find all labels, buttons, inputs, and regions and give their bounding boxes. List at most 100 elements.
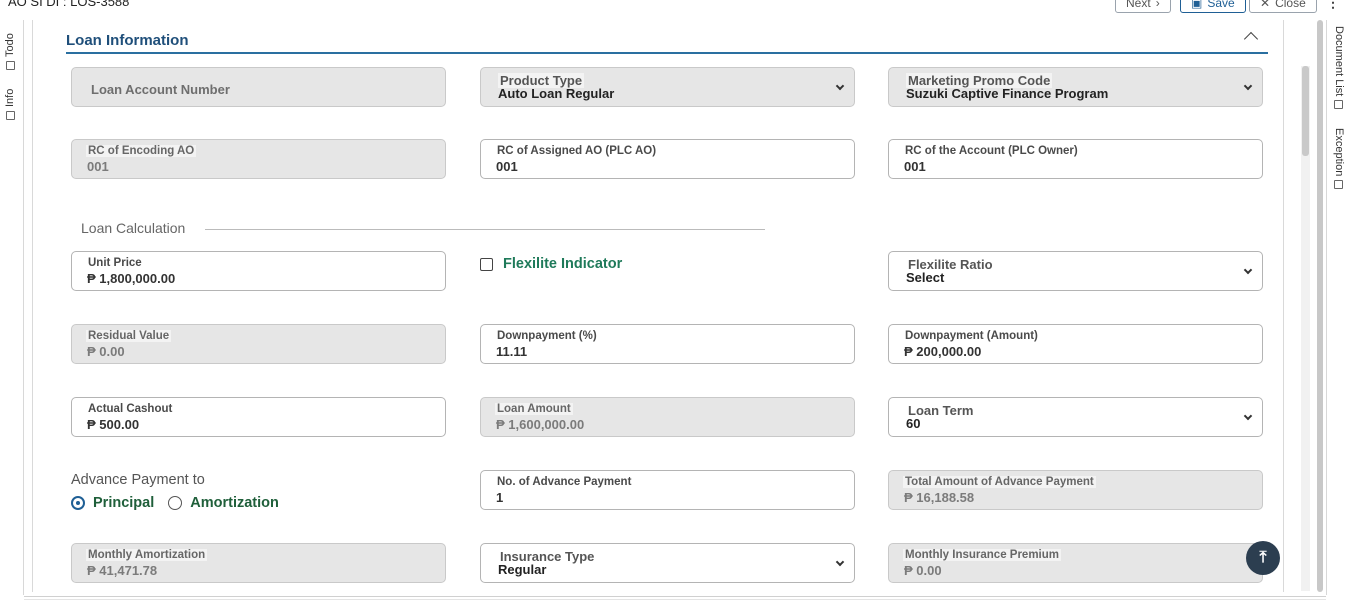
exception-icon (1334, 180, 1344, 190)
divider (205, 229, 765, 230)
marketing-promo-code-select[interactable]: Marketing Promo Code Suzuki Captive Fina… (888, 67, 1263, 107)
total-advance-payment-label: Total Amount of Advance Payment (903, 476, 1096, 488)
tab-exception[interactable]: Exception (1333, 128, 1345, 190)
no-advance-payment-label: No. of Advance Payment (495, 476, 634, 488)
product-type-value: Auto Loan Regular (498, 86, 615, 101)
todo-label: Todo (4, 33, 16, 57)
downpayment-percent-value: 11.11 (496, 344, 528, 359)
outer-scrollbar[interactable] (1317, 20, 1323, 592)
downpayment-amount-field[interactable]: Downpayment (Amount) ₱ 200,000.00 (888, 324, 1263, 364)
save-button[interactable]: ▣ Save (1180, 0, 1246, 13)
monthly-amortization-label: Monthly Amortization (86, 549, 208, 561)
more-options-icon[interactable]: ⋮ (1326, 0, 1340, 11)
loan-amount-label: Loan Amount (495, 403, 573, 415)
chevron-right-icon: › (1155, 0, 1160, 10)
arrow-up-icon: ⤒ (1259, 549, 1267, 566)
residual-value-value: ₱ 0.00 (87, 344, 125, 359)
rc-assigned-ao-label: RC of Assigned AO (PLC AO) (495, 145, 659, 157)
rc-assigned-ao-value: 001 (496, 159, 518, 174)
downpayment-amount-label: Downpayment (Amount) (903, 330, 1040, 342)
scrollbar-thumb[interactable] (1302, 66, 1309, 156)
tab-info[interactable]: Info (4, 89, 16, 120)
next-button[interactable]: Next › (1115, 0, 1171, 13)
save-label: Save (1207, 0, 1235, 10)
app-title: AO SI DI : LOS-3588 (8, 0, 130, 9)
residual-value-field: Residual Value ₱ 0.00 (71, 324, 446, 364)
insurance-type-value: Regular (498, 562, 547, 577)
scroll-to-top-button[interactable]: ⤒ (1246, 541, 1280, 575)
downpayment-percent-label: Downpayment (%) (495, 330, 599, 342)
monthly-insurance-premium-value: ₱ 0.00 (904, 563, 942, 578)
info-icon (5, 111, 15, 120)
chevron-up-icon[interactable] (1243, 31, 1259, 47)
chevron-down-icon (1243, 265, 1253, 275)
rc-account-field[interactable]: RC of the Account (PLC Owner) 001 (888, 139, 1263, 179)
total-advance-payment-value: ₱ 16,188.58 (904, 490, 975, 505)
radio-principal-label[interactable]: Principal (93, 495, 154, 511)
unit-price-label: Unit Price (86, 257, 144, 269)
chevron-down-icon (835, 81, 845, 91)
document-list-label: Document List (1333, 26, 1345, 97)
save-icon: ▣ (1191, 0, 1203, 10)
section-title: Loan Information (66, 32, 189, 49)
rc-account-label: RC of the Account (PLC Owner) (903, 145, 1080, 157)
checkbox-icon[interactable] (480, 257, 493, 271)
no-advance-payment-field[interactable]: No. of Advance Payment 1 (480, 470, 855, 510)
actual-cashout-label: Actual Cashout (86, 403, 175, 415)
exception-label: Exception (1333, 128, 1345, 177)
flexilite-ratio-select[interactable]: Flexilite Ratio Select (888, 251, 1263, 291)
radio-amortization[interactable] (168, 496, 183, 510)
advance-payment-radio-group: Principal Amortization (71, 495, 285, 511)
actual-cashout-field[interactable]: Actual Cashout ₱ 500.00 (71, 397, 446, 437)
info-label: Info (4, 88, 16, 107)
top-bar: AO SI DI : LOS-3588 Next › ▣ Save ✕ Clos… (0, 0, 1350, 20)
residual-value-label: Residual Value (86, 330, 172, 342)
total-advance-payment-field: Total Amount of Advance Payment ₱ 16,188… (888, 470, 1263, 510)
flexilite-indicator-checkbox[interactable]: Flexilite Indicator (480, 256, 622, 272)
tab-document-list[interactable]: Document List (1333, 26, 1345, 110)
monthly-amortization-field: Monthly Amortization ₱ 41,471.78 (71, 543, 446, 583)
chevron-down-icon (835, 557, 845, 567)
loan-amount-field: Loan Amount ₱ 1,600,000.00 (480, 397, 855, 437)
loan-calculation-heading: Loan Calculation (81, 220, 186, 236)
downpayment-amount-value: ₱ 200,000.00 (904, 344, 982, 359)
loan-account-number-placeholder: Loan Account Number (91, 82, 230, 97)
loan-term-value: 60 (906, 416, 921, 431)
divider (24, 596, 1326, 597)
chevron-down-icon (1243, 411, 1253, 421)
section-header[interactable]: Loan Information (66, 30, 1268, 54)
product-type-select[interactable]: Product Type Auto Loan Regular (480, 67, 855, 107)
actual-cashout-value: ₱ 500.00 (87, 417, 140, 432)
close-button[interactable]: ✕ Close (1249, 0, 1317, 13)
unit-price-value: ₱ 1,800,000.00 (87, 271, 176, 286)
radio-principal[interactable] (71, 496, 85, 510)
no-advance-payment-value: 1 (496, 490, 504, 505)
tab-todo[interactable]: Todo (4, 33, 16, 70)
insurance-type-select[interactable]: Insurance Type Regular (480, 543, 855, 583)
close-icon: ✕ (1260, 0, 1271, 10)
close-label: Close (1275, 0, 1306, 10)
next-label: Next (1126, 0, 1151, 10)
rc-assigned-ao-field[interactable]: RC of Assigned AO (PLC AO) 001 (480, 139, 855, 179)
right-rail: Document List Exception (1326, 20, 1350, 595)
rc-account-value: 001 (904, 159, 926, 174)
flexilite-indicator-label: Flexilite Indicator (503, 256, 623, 272)
downpayment-percent-field[interactable]: Downpayment (%) 11.11 (480, 324, 855, 364)
chevron-down-icon (1243, 81, 1253, 91)
advance-payment-label: Advance Payment to (71, 472, 205, 488)
loan-term-select[interactable]: Loan Term 60 (888, 397, 1263, 437)
document-list-icon (1334, 100, 1344, 110)
loan-account-number-field: Loan Account Number (71, 67, 446, 107)
rc-encoding-ao-field: RC of Encoding AO 001 (71, 139, 446, 179)
monthly-insurance-premium-field: Monthly Insurance Premium ₱ 0.00 (888, 543, 1263, 583)
monthly-amortization-value: ₱ 41,471.78 (87, 563, 158, 578)
loan-amount-value: ₱ 1,600,000.00 (496, 417, 585, 432)
rc-encoding-ao-value: 001 (87, 159, 109, 174)
todo-icon (5, 61, 15, 70)
marketing-promo-code-value: Suzuki Captive Finance Program (906, 86, 1109, 101)
unit-price-field[interactable]: Unit Price ₱ 1,800,000.00 (71, 251, 446, 291)
divider (24, 599, 1326, 600)
rc-encoding-ao-label: RC of Encoding AO (86, 145, 197, 157)
monthly-insurance-premium-label: Monthly Insurance Premium (903, 549, 1062, 561)
radio-amortization-label[interactable]: Amortization (190, 495, 279, 511)
